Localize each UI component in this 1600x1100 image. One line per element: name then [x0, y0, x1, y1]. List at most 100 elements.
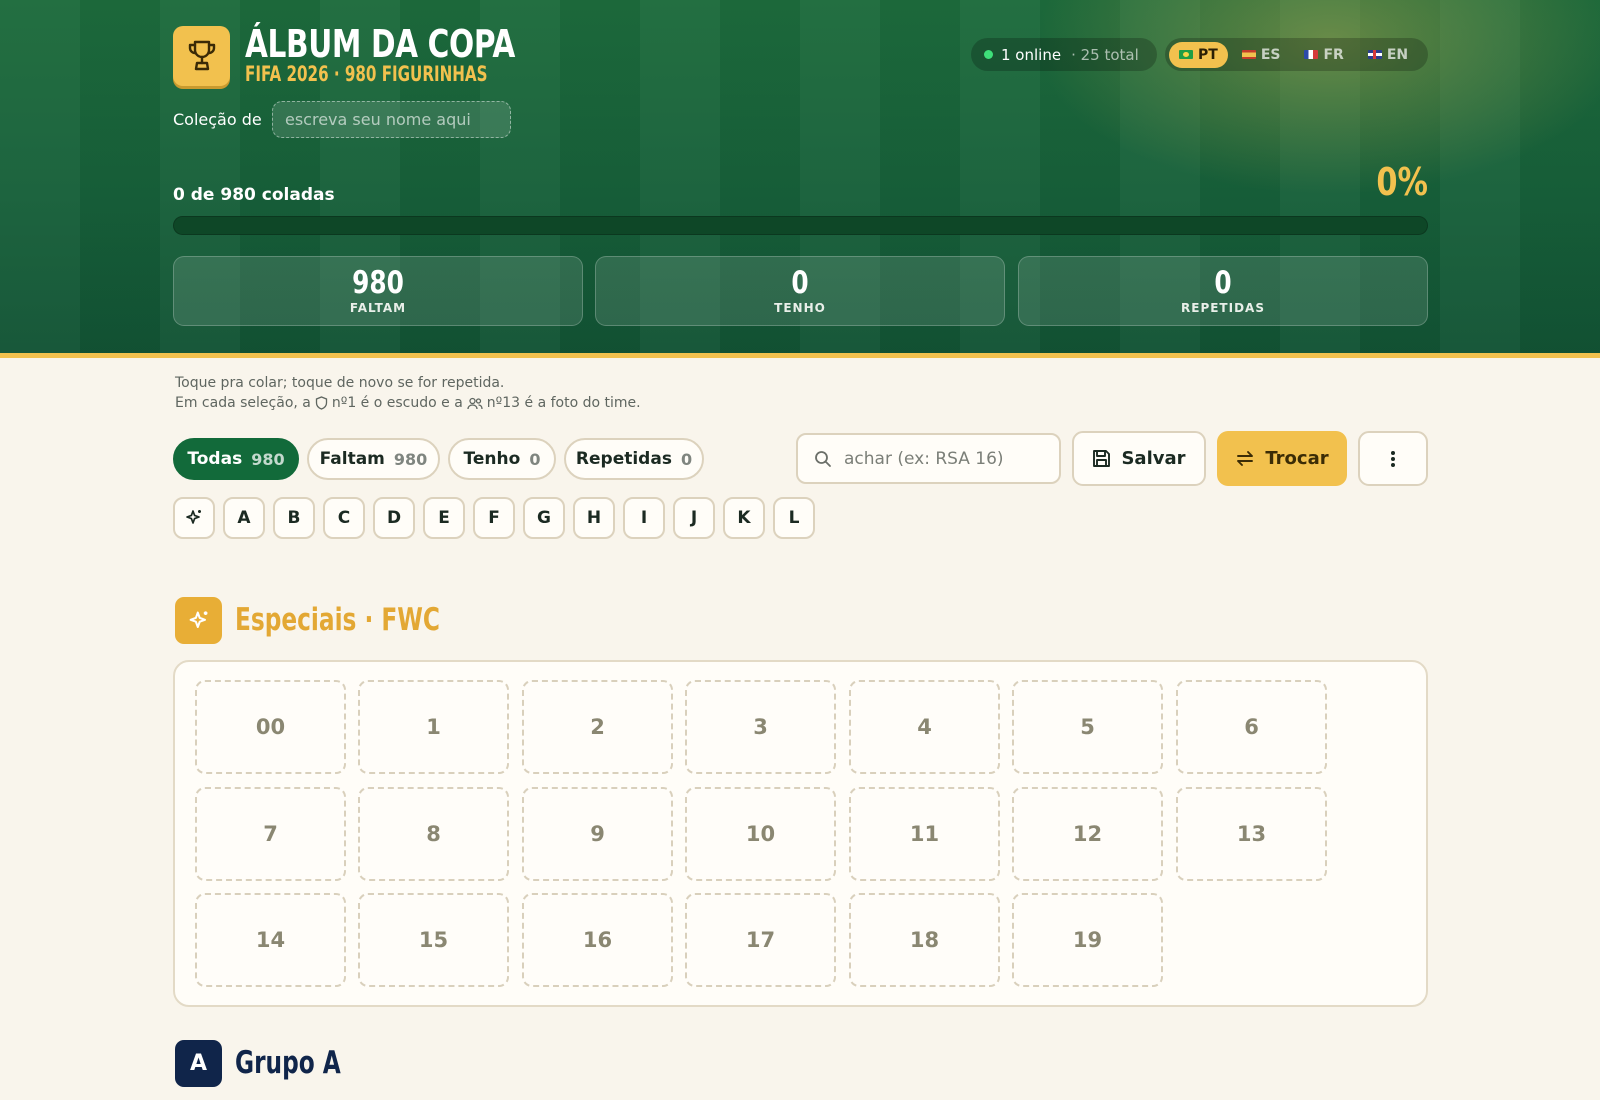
- sticker-slot[interactable]: 7: [195, 787, 346, 881]
- swap-icon: [1237, 451, 1254, 466]
- filter-label: Faltam: [319, 449, 385, 469]
- spain-flag-icon: [1241, 50, 1256, 59]
- section-title-group-a: Grupo A: [235, 1045, 341, 1081]
- sticker-slot[interactable]: 8: [358, 787, 509, 881]
- search-icon: [815, 450, 831, 467]
- filter-count: 0: [529, 449, 541, 469]
- brazil-flag-icon: [1179, 50, 1193, 59]
- jump-group-a[interactable]: A: [223, 497, 265, 539]
- stat-label: TENHO: [774, 301, 826, 315]
- progress-label: 0 de 980 coladas: [173, 185, 335, 205]
- trophy-logo: [173, 26, 230, 86]
- jump-specials-button[interactable]: [173, 497, 215, 539]
- jump-group-j[interactable]: J: [673, 497, 715, 539]
- shield-icon: [315, 396, 328, 410]
- lang-label: EN: [1386, 46, 1409, 63]
- trade-button[interactable]: Trocar: [1217, 431, 1347, 486]
- stat-value: 980: [352, 265, 404, 301]
- search-box[interactable]: [796, 433, 1061, 484]
- jump-group-l[interactable]: L: [773, 497, 815, 539]
- sticker-slot[interactable]: 4: [849, 680, 1000, 774]
- hint-line-2: Em cada seleção, a nº1 é o escudo e a nº…: [175, 395, 641, 411]
- hint-text: nº1 é o escudo e a: [331, 395, 463, 411]
- lang-label: FR: [1323, 46, 1344, 63]
- sticker-slot[interactable]: 10: [685, 787, 836, 881]
- specials-section-icon: [175, 597, 222, 644]
- sparkles-icon: [186, 510, 201, 524]
- app-title: ÁLBUM DA COPA: [245, 22, 515, 66]
- filter-label: Repetidas: [575, 449, 672, 469]
- progress-bar: [173, 216, 1428, 235]
- sticker-slot[interactable]: 6: [1176, 680, 1327, 774]
- jump-group-h[interactable]: H: [573, 497, 615, 539]
- filter-count: 0: [680, 449, 693, 469]
- stat-label: REPETIDAS: [1181, 301, 1265, 315]
- jump-group-e[interactable]: E: [423, 497, 465, 539]
- sticker-slot[interactable]: 19: [1012, 893, 1163, 987]
- jump-group-f[interactable]: F: [473, 497, 515, 539]
- save-label: Salvar: [1121, 448, 1186, 469]
- header-divider: [0, 353, 1600, 358]
- hint-text: nº13 é a foto do time.: [486, 395, 641, 411]
- filter-missing[interactable]: Faltam 980: [307, 438, 440, 480]
- sticker-slot[interactable]: 15: [358, 893, 509, 987]
- sticker-slot[interactable]: 9: [522, 787, 673, 881]
- sticker-slot[interactable]: 00: [195, 680, 346, 774]
- sticker-slot[interactable]: 1: [358, 680, 509, 774]
- stat-card-duplicates: 0 REPETIDAS: [1018, 256, 1428, 326]
- jump-group-i[interactable]: I: [623, 497, 665, 539]
- more-options-button[interactable]: [1358, 431, 1428, 486]
- group-a-badge: A: [175, 1040, 222, 1087]
- collector-name-input[interactable]: [272, 101, 511, 138]
- save-button[interactable]: Salvar: [1072, 431, 1206, 486]
- filter-count: 980: [251, 449, 285, 469]
- lang-button-en[interactable]: EN: [1358, 42, 1418, 68]
- sticker-slot[interactable]: 16: [522, 893, 673, 987]
- sticker-slot[interactable]: 13: [1176, 787, 1327, 881]
- jump-group-g[interactable]: G: [523, 497, 565, 539]
- lang-button-pt[interactable]: PT: [1169, 41, 1228, 68]
- sticker-slot[interactable]: 18: [849, 893, 1000, 987]
- france-flag-icon: [1304, 50, 1319, 59]
- sticker-slot[interactable]: 11: [849, 787, 1000, 881]
- uk-flag-icon: [1367, 50, 1382, 59]
- online-total: · 25 total: [1071, 45, 1139, 64]
- sticker-slot[interactable]: 17: [685, 893, 836, 987]
- filter-have[interactable]: Tenho 0: [448, 438, 556, 480]
- lang-button-fr[interactable]: FR: [1294, 42, 1353, 68]
- sticker-slot[interactable]: 2: [522, 680, 673, 774]
- trade-label: Trocar: [1265, 448, 1329, 469]
- hint-text: Em cada seleção, a: [175, 395, 311, 411]
- team-icon: [467, 397, 483, 409]
- search-input[interactable]: [844, 448, 1044, 469]
- stat-card-missing: 980 FALTAM: [173, 256, 583, 326]
- filter-duplicates[interactable]: Repetidas 0: [564, 438, 704, 480]
- jump-group-d[interactable]: D: [373, 497, 415, 539]
- online-count: 1 online: [1001, 45, 1062, 64]
- lang-label: PT: [1198, 46, 1218, 63]
- trophy-icon: [188, 40, 215, 71]
- sticker-slot[interactable]: 14: [195, 893, 346, 987]
- online-status: 1 online · 25 total: [971, 38, 1157, 71]
- more-vertical-icon: [1391, 450, 1395, 467]
- language-switcher: PT ES FR EN: [1165, 38, 1428, 71]
- jump-group-b[interactable]: B: [273, 497, 315, 539]
- hint-text: Toque pra colar; toque de novo se for re…: [175, 375, 505, 391]
- lang-button-es[interactable]: ES: [1232, 42, 1291, 68]
- sparkles-icon: [189, 610, 207, 628]
- jump-group-c[interactable]: C: [323, 497, 365, 539]
- hint-line-1: Toque pra colar; toque de novo se for re…: [175, 375, 504, 391]
- sticker-slot[interactable]: 3: [685, 680, 836, 774]
- sticker-grid-specials: 00 1 2 3 4 5 6 7 8 9 10 11 12 13 14 15 1…: [173, 660, 1428, 1007]
- collection-label: Coleção de: [173, 110, 262, 129]
- filter-label: Tenho: [463, 449, 521, 469]
- stat-label: FALTAM: [349, 301, 407, 315]
- lang-label: ES: [1260, 46, 1281, 63]
- sticker-slot[interactable]: 5: [1012, 680, 1163, 774]
- jump-group-k[interactable]: K: [723, 497, 765, 539]
- stat-value: 0: [1214, 265, 1232, 301]
- filter-all[interactable]: Todas 980: [173, 438, 299, 480]
- sticker-slot[interactable]: 12: [1012, 787, 1163, 881]
- section-title-specials: Especiais · FWC: [235, 602, 440, 638]
- filter-count: 980: [393, 449, 428, 469]
